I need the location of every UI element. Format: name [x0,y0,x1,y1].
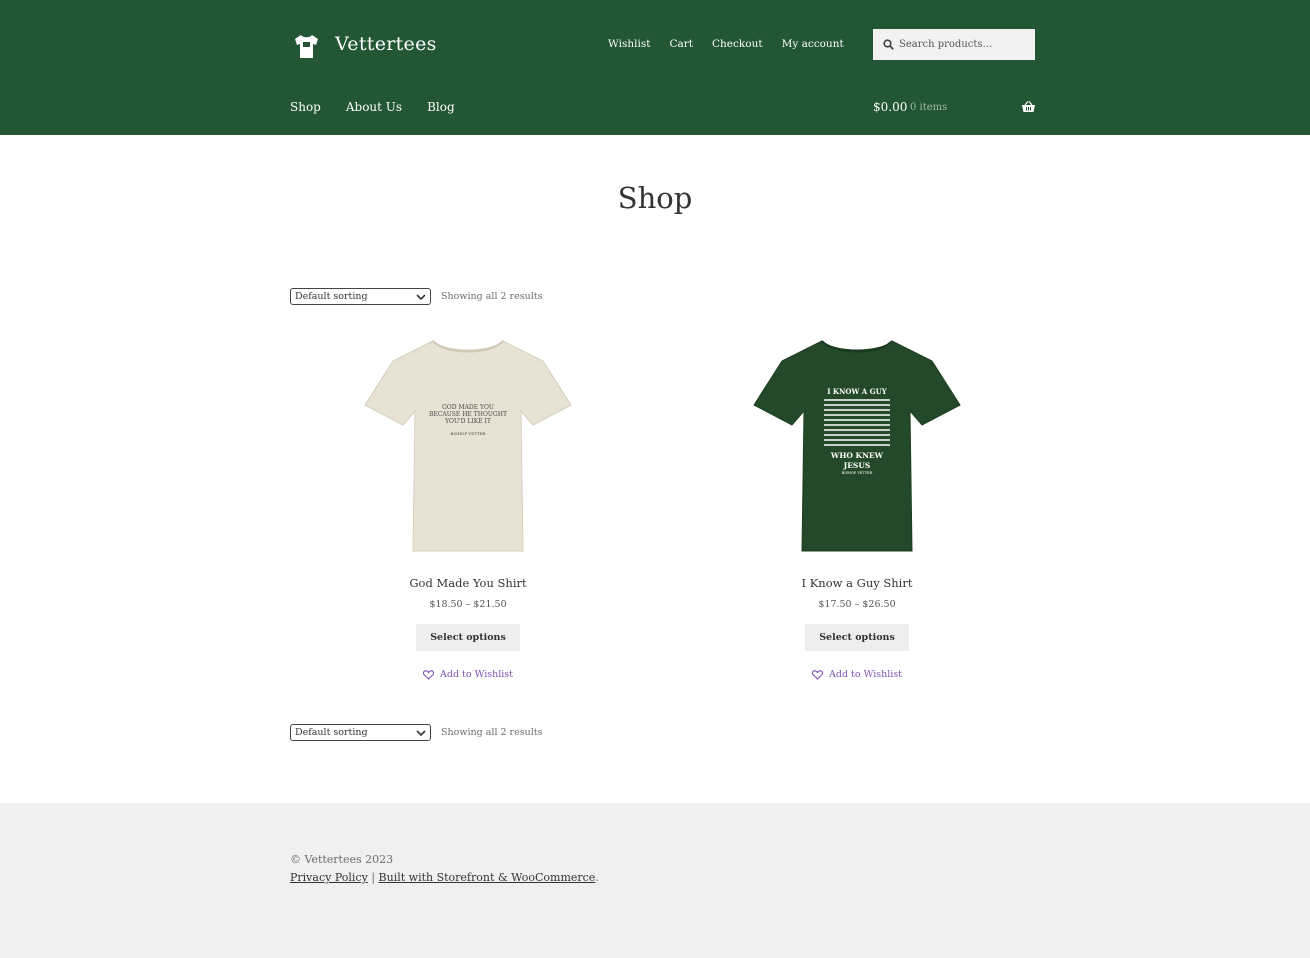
footer-separator: | [371,871,376,884]
shop-toolbar-top: Default sorting Showing all 2 results [290,288,542,305]
nav-shop[interactable]: Shop [290,100,321,114]
sort-select-label: Default sorting [295,727,368,738]
product-card: GOD MADE YOU BECAUSE HE THOUGHT YOU'D LI… [338,333,598,680]
copyright: © Vettertees 2023 [290,853,394,866]
add-to-wishlist-link[interactable]: Add to Wishlist [727,669,987,680]
print-line: YOU'D LIKE IT [444,418,491,425]
shop-toolbar-bottom: Default sorting Showing all 2 results [290,724,542,741]
search-input[interactable] [899,39,1029,50]
primary-nav: Shop About Us Blog [290,100,480,114]
secondary-nav: Wishlist Cart Checkout My account [608,38,863,50]
cart-amount: $0.00 [873,100,908,114]
privacy-policy-link[interactable]: Privacy Policy [290,871,368,884]
result-count: Showing all 2 results [441,727,543,738]
product-image[interactable]: I KNOW A GUY WHO KNEW JESUS BISHOP VETTE… [752,333,962,558]
add-to-wishlist-link[interactable]: Add to Wishlist [338,669,598,680]
nav-blog[interactable]: Blog [427,100,455,114]
print-line: WHO KNEW [830,451,884,460]
print-line: BISHOP VETTER [842,471,873,475]
product-price: $18.50 – $21.50 [429,599,507,610]
product-price: $17.50 – $26.50 [818,599,896,610]
chevron-down-icon [416,293,426,300]
sort-select[interactable]: Default sorting [290,724,431,741]
nav-my-account[interactable]: My account [782,38,844,50]
print-line: JESUS [843,461,871,470]
tshirt-logo-icon[interactable] [293,33,320,59]
built-with-link[interactable]: Built with Storefront & WooCommerce [379,871,596,884]
select-options-button[interactable]: Select options [805,624,909,651]
nav-wishlist[interactable]: Wishlist [608,38,650,50]
site-title[interactable]: Vettertees [335,33,437,55]
site-footer: © Vettertees 2023 Privacy Policy | Built… [0,803,1310,958]
cart-count: 0 items [910,102,948,113]
header-cart[interactable]: $0.00 0 items [873,100,1035,116]
print-line: BECAUSE HE THOUGHT [429,411,507,418]
print-line: GOD MADE YOU [442,404,494,411]
wishlist-label: Add to Wishlist [829,669,902,680]
footer-period: . [595,871,599,884]
sort-select-label: Default sorting [295,291,368,302]
result-count: Showing all 2 results [441,291,543,302]
print-line: BISHOP VETTER [450,431,486,436]
wishlist-label: Add to Wishlist [440,669,513,680]
product-name[interactable]: God Made You Shirt [338,576,598,590]
nav-checkout[interactable]: Checkout [712,38,763,50]
basket-icon [1022,101,1035,112]
product-image[interactable]: GOD MADE YOU BECAUSE HE THOUGHT YOU'D LI… [363,333,573,558]
search-icon [883,39,894,50]
footer-links: Privacy Policy | Built with Storefront &… [290,871,599,884]
site-header: Vettertees Wishlist Cart Checkout My acc… [0,0,1310,135]
heart-icon [812,669,823,680]
nav-cart[interactable]: Cart [669,38,693,50]
product-name[interactable]: I Know a Guy Shirt [727,576,987,590]
print-line: I KNOW A GUY [827,387,888,396]
chevron-down-icon [416,729,426,736]
search-box [873,29,1035,60]
sort-select[interactable]: Default sorting [290,288,431,305]
select-options-button[interactable]: Select options [416,624,520,651]
page-title: Shop [617,181,693,215]
product-card: I KNOW A GUY WHO KNEW JESUS BISHOP VETTE… [727,333,987,680]
nav-about-us[interactable]: About Us [346,100,402,114]
heart-icon [423,669,434,680]
